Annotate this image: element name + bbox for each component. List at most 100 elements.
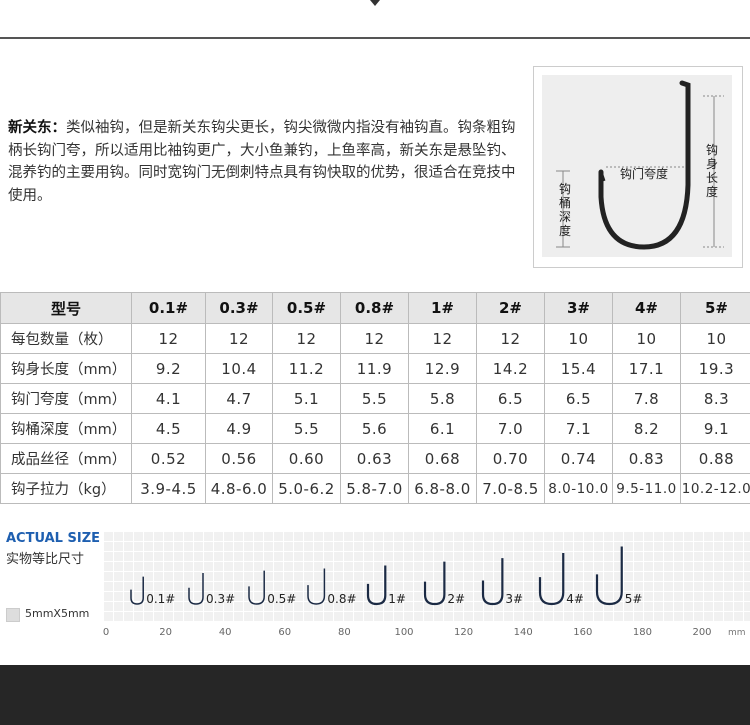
header-size: 0.8# bbox=[340, 292, 409, 324]
ruler-tick: 200 bbox=[692, 627, 712, 638]
row-label: 成品丝径（mm） bbox=[0, 443, 132, 474]
header-model: 型号 bbox=[0, 292, 132, 324]
table-row: 钩身长度（mm） 9.2 10.4 11.2 11.9 12.9 14.2 15.4 17.1 1… bbox=[0, 353, 750, 384]
ruler-unit: mm bbox=[728, 628, 746, 638]
header-size: 5# bbox=[680, 292, 750, 324]
table-cell: 4.8-6.0 bbox=[205, 473, 273, 504]
header-size: 4# bbox=[612, 292, 681, 324]
description-title: 新关东： bbox=[8, 120, 66, 136]
actual-size-hooks bbox=[130, 546, 623, 606]
table-cell: 12 bbox=[340, 323, 409, 354]
table-cell: 6.5 bbox=[476, 383, 545, 414]
hook-size-label: 4# bbox=[566, 592, 584, 606]
actual-size-hook bbox=[130, 576, 144, 605]
table-row: 成品丝径（mm） 0.52 0.56 0.60 0.63 0.68 0.70 0.74 0.83… bbox=[0, 443, 750, 474]
hook-size-label: 5# bbox=[624, 592, 643, 606]
table-cell: 12 bbox=[205, 323, 273, 354]
table-cell: 0.60 bbox=[272, 443, 341, 474]
table-cell: 12 bbox=[131, 323, 206, 354]
table-cell: 12 bbox=[476, 323, 545, 354]
table-cell: 5.0-6.2 bbox=[272, 473, 341, 504]
actual-size-hook bbox=[595, 546, 623, 606]
table-cell: 15.4 bbox=[544, 353, 613, 384]
table-cell: 0.70 bbox=[476, 443, 545, 474]
actual-size-hook bbox=[188, 573, 204, 605]
table-cell: 10 bbox=[680, 323, 750, 354]
table-cell: 9.1 bbox=[680, 413, 750, 444]
actual-size-hook bbox=[248, 570, 265, 605]
row-label: 每包数量（枚） bbox=[0, 323, 132, 354]
actual-size-title: ACTUAL SIZE bbox=[6, 531, 101, 546]
table-cell: 8.3 bbox=[680, 383, 750, 414]
table-cell: 4.9 bbox=[205, 413, 273, 444]
table-cell: 5.1 bbox=[272, 383, 341, 414]
table-cell: 10.4 bbox=[205, 353, 273, 384]
product-description: 新关东：类似袖钩，但是新关东钩尖更长，钩尖微微内指没有袖钩直。钩条粗钩柄长钩门夸… bbox=[8, 117, 528, 207]
ruler-tick: 60 bbox=[278, 627, 292, 638]
table-cell: 5.5 bbox=[340, 383, 409, 414]
header-size: 1# bbox=[408, 292, 477, 324]
actual-size-hook bbox=[538, 553, 565, 606]
table-cell: 5.8 bbox=[408, 383, 477, 414]
ruler-tick: 80 bbox=[338, 627, 351, 638]
table-cell: 8.0-10.0 bbox=[544, 473, 613, 504]
table-row: 钩门夸度（mm） 4.1 4.7 5.1 5.5 5.8 6.5 6.5 7.8 8.3 bbox=[0, 383, 750, 414]
table-cell: 0.74 bbox=[544, 443, 613, 474]
actual-size-hook bbox=[366, 565, 387, 606]
table-cell: 9.5-11.0 bbox=[612, 473, 681, 504]
row-label: 钩门夸度（mm） bbox=[0, 383, 132, 414]
table-cell: 11.9 bbox=[340, 353, 409, 384]
table-cell: 0.68 bbox=[408, 443, 477, 474]
hook-size-label: 2# bbox=[447, 592, 466, 606]
table-cell: 7.1 bbox=[544, 413, 613, 444]
hook-size-label: 1# bbox=[388, 592, 406, 606]
footer-dark-band bbox=[0, 665, 750, 725]
hook-size-label: 3# bbox=[505, 592, 524, 606]
spec-table: 型号 0.1# 0.3# 0.5# 0.8# 1# 2# 3# 4# 5# 每包数量（枚） 12 1… bbox=[0, 292, 750, 504]
hook-size-label: 0.5# bbox=[267, 592, 297, 606]
header-size: 3# bbox=[544, 292, 613, 324]
table-cell: 7.0-8.5 bbox=[476, 473, 545, 504]
table-header-row: 型号 0.1# 0.3# 0.5# 0.8# 1# 2# 3# 4# 5# bbox=[0, 292, 750, 324]
table-cell: 5.5 bbox=[272, 413, 341, 444]
ruler-tick: 180 bbox=[632, 627, 652, 638]
actual-size-subtitle: 实物等比尺寸 bbox=[6, 552, 85, 567]
hook-size-label: 0.3# bbox=[206, 592, 236, 606]
row-label: 钩子拉力（kg） bbox=[0, 473, 132, 504]
actual-size-hook bbox=[423, 561, 446, 606]
grid-legend-text: 5mmX5mm bbox=[25, 607, 90, 620]
shank-length-label: 钩身长度 bbox=[705, 143, 718, 199]
table-cell: 12 bbox=[408, 323, 477, 354]
table-cell: 7.8 bbox=[612, 383, 681, 414]
table-cell: 0.83 bbox=[612, 443, 681, 474]
table-cell: 4.7 bbox=[205, 383, 273, 414]
table-cell: 0.56 bbox=[205, 443, 273, 474]
actual-size-grid bbox=[103, 531, 750, 622]
table-cell: 12.9 bbox=[408, 353, 477, 384]
table-cell: 5.8-7.0 bbox=[340, 473, 409, 504]
header-size: 0.1# bbox=[131, 292, 206, 324]
table-row: 每包数量（枚） 12 12 12 12 12 12 10 10 10 bbox=[0, 323, 750, 354]
header-size: 0.5# bbox=[272, 292, 341, 324]
header-size: 0.3# bbox=[205, 292, 273, 324]
table-cell: 6.5 bbox=[544, 383, 613, 414]
table-cell: 10 bbox=[544, 323, 613, 354]
table-cell: 6.8-8.0 bbox=[408, 473, 477, 504]
hook-size-label: 0.8# bbox=[327, 592, 357, 606]
table-cell: 19.3 bbox=[680, 353, 750, 384]
actual-size-hook bbox=[481, 558, 504, 606]
ruler-tick: 0 bbox=[102, 627, 110, 638]
description-text: 类似袖钩，但是新关东钩尖更长，钩尖微微内指没有袖钩直。钩条粗钩柄长钩门夸，所以适… bbox=[8, 120, 516, 204]
table-cell: 9.2 bbox=[131, 353, 206, 384]
ruler-tick: 140 bbox=[513, 627, 533, 638]
table-row: 钩桶深度（mm） 4.5 4.9 5.5 5.6 6.1 7.0 7.1 8.2 9.1 bbox=[0, 413, 750, 444]
table-cell: 4.1 bbox=[131, 383, 206, 414]
table-cell: 17.1 bbox=[612, 353, 681, 384]
down-arrow-icon bbox=[370, 0, 380, 6]
ruler-tick: 160 bbox=[573, 627, 593, 638]
table-cell: 10 bbox=[612, 323, 681, 354]
table-cell: 5.6 bbox=[340, 413, 409, 444]
gape-width-label: 钩门夸度 bbox=[620, 167, 669, 181]
ruler-tick: 20 bbox=[159, 627, 172, 638]
table-cell: 14.2 bbox=[476, 353, 545, 384]
